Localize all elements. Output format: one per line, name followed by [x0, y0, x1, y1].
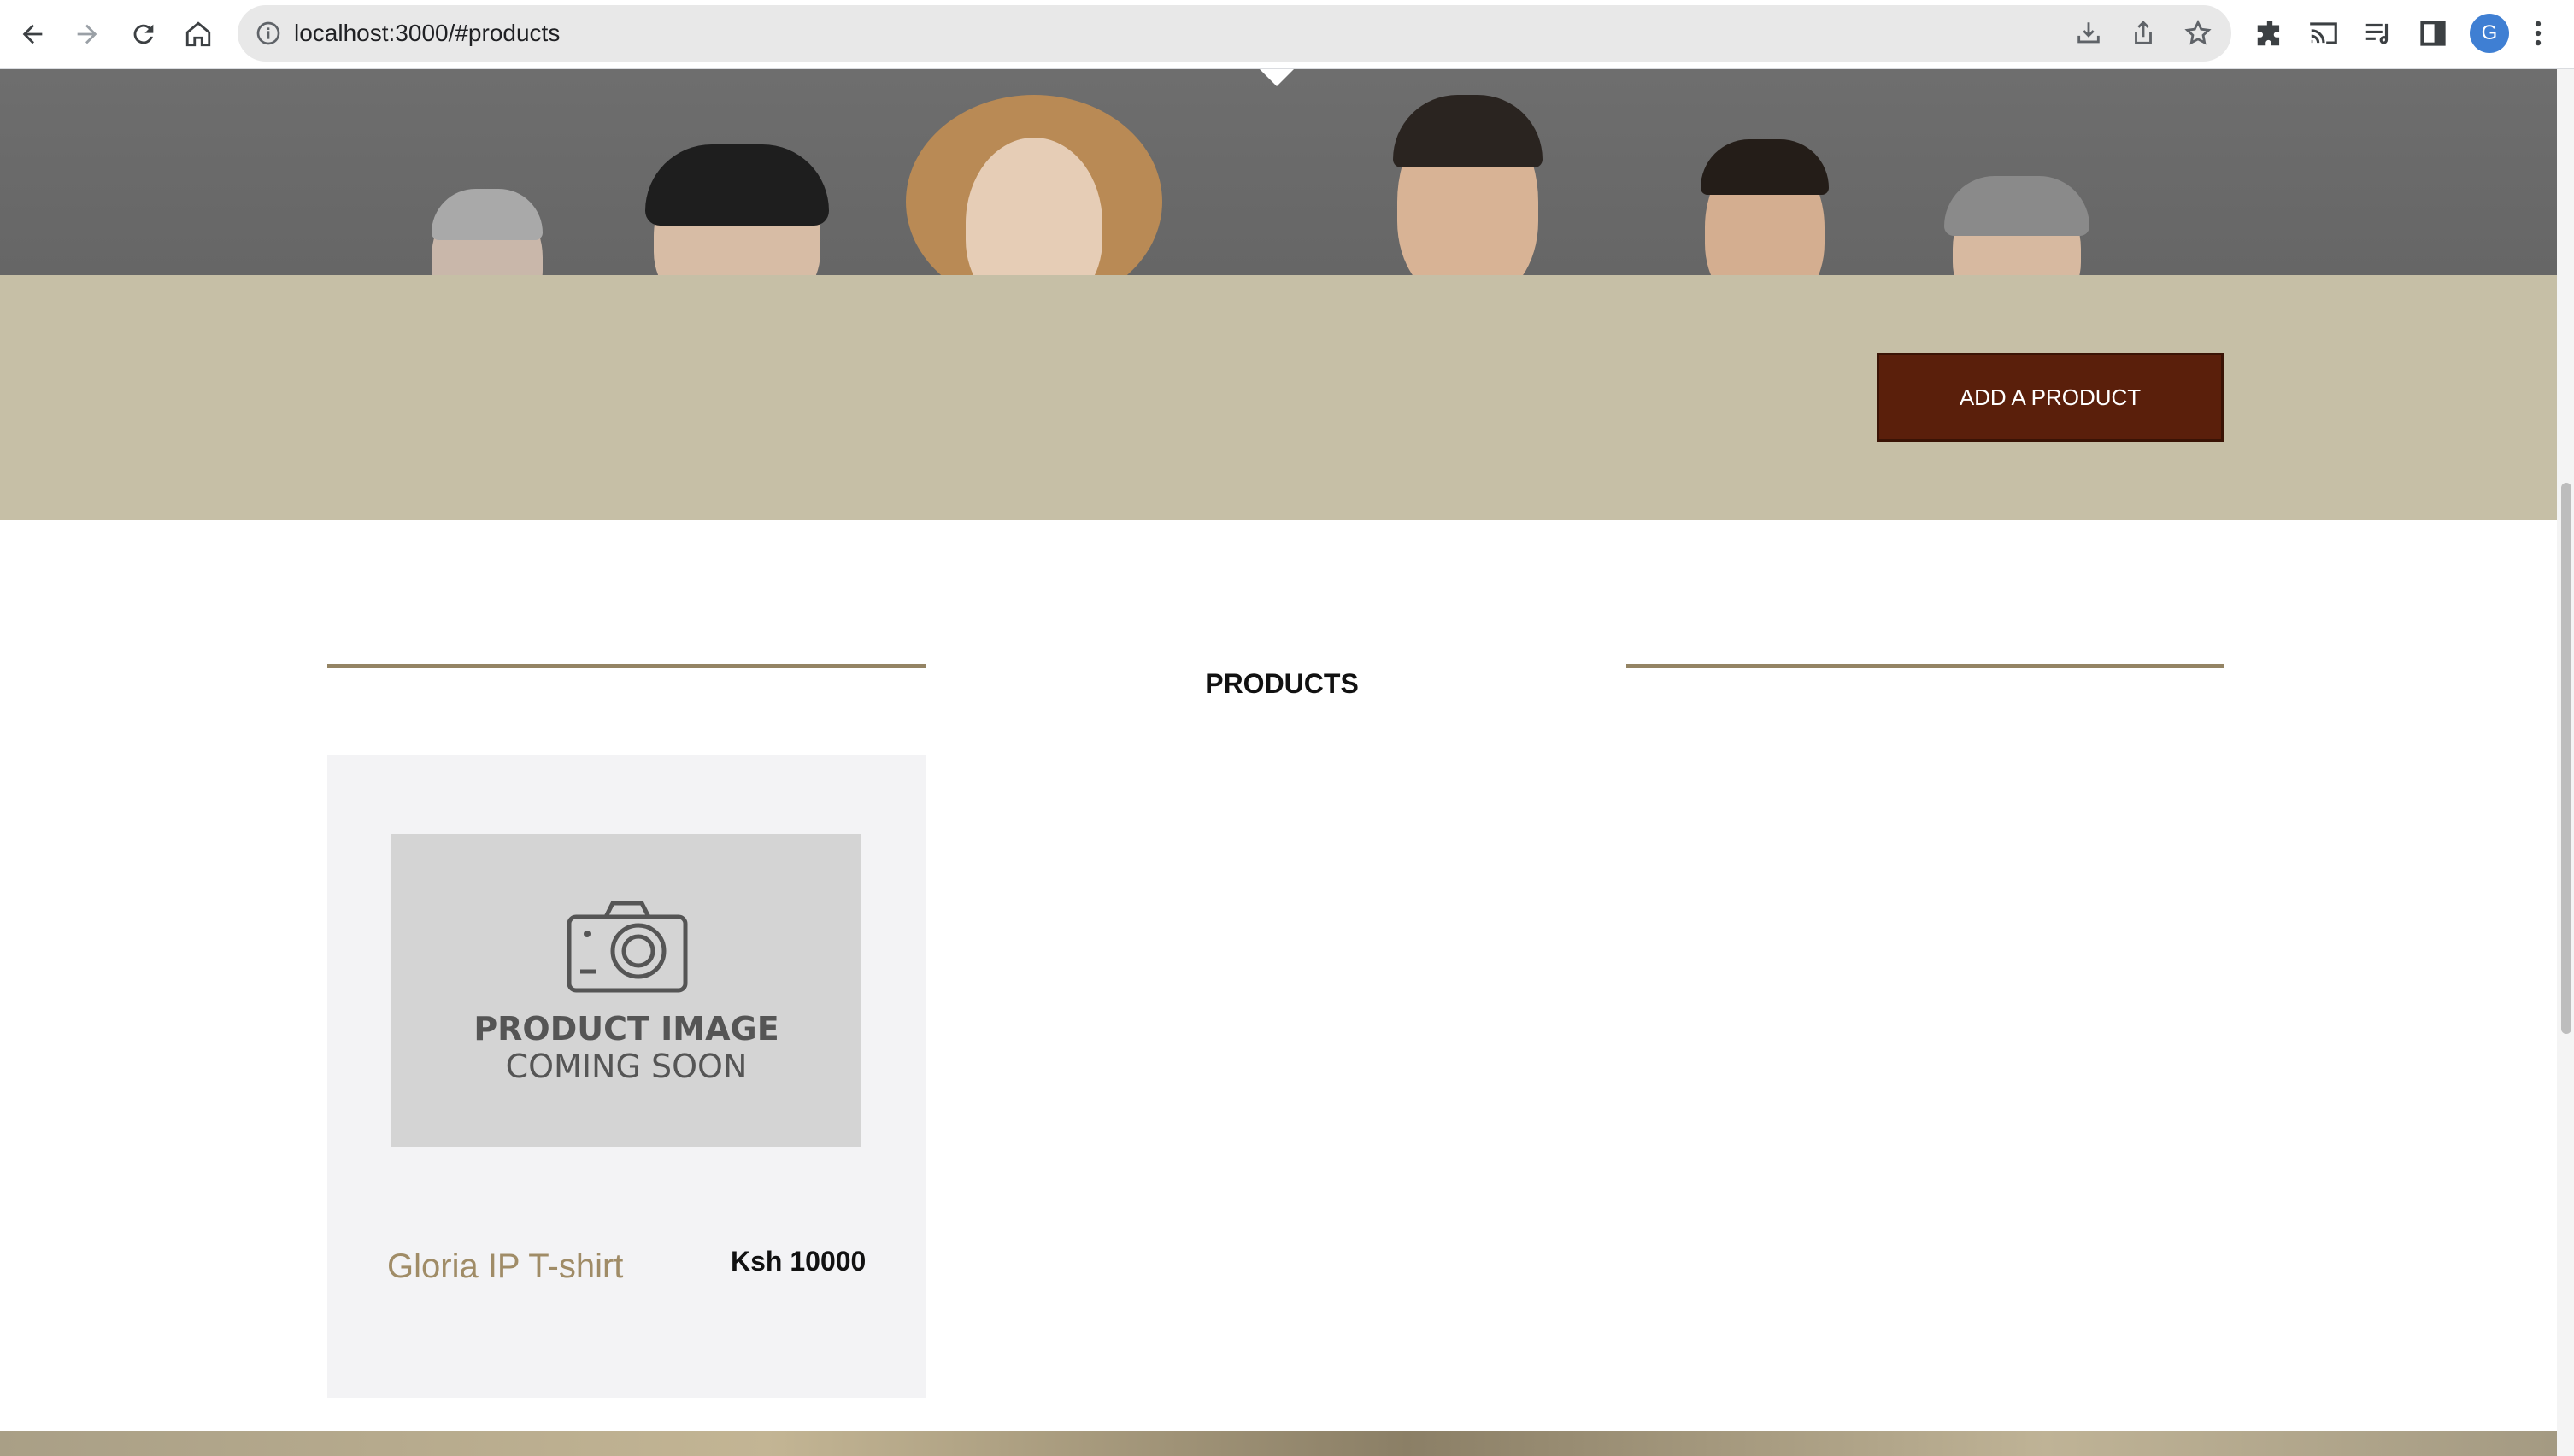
section-divider-left — [327, 664, 926, 668]
back-button[interactable] — [12, 14, 53, 55]
menu-icon[interactable] — [2525, 17, 2551, 50]
scrollbar-thumb[interactable] — [2561, 483, 2571, 1034]
reload-icon — [133, 24, 154, 44]
product-name[interactable]: Gloria IP T-shirt — [387, 1248, 623, 1286]
product-image-placeholder: PRODUCT IMAGE COMING SOON — [391, 834, 861, 1147]
add-product-button[interactable]: ADD A PRODUCT — [1877, 353, 2224, 442]
hero-banner-image — [0, 69, 2557, 275]
info-icon[interactable] — [255, 20, 282, 47]
profile-avatar[interactable]: G — [2470, 14, 2509, 53]
page-viewport: ADD A PRODUCT PRODUCTS PRODUCT IMAGE COM… — [0, 69, 2557, 1456]
footer-banner-image — [0, 1431, 2557, 1456]
extensions-icon[interactable] — [2254, 17, 2286, 50]
section-divider-right — [1626, 664, 2224, 668]
url-path: :3000/#products — [388, 20, 561, 46]
install-icon[interactable] — [2074, 19, 2103, 48]
sidepanel-icon[interactable] — [2417, 17, 2449, 50]
share-icon[interactable] — [2129, 19, 2158, 48]
url-text[interactable]: localhost:3000/#products — [294, 20, 560, 47]
product-card[interactable]: PRODUCT IMAGE COMING SOON Gloria IP T-sh… — [327, 755, 926, 1398]
placeholder-title: PRODUCT IMAGE — [473, 1010, 779, 1048]
address-bar[interactable]: localhost:3000/#products — [238, 5, 2231, 62]
product-price: Ksh 10000 — [731, 1246, 867, 1277]
forward-icon — [77, 24, 97, 44]
camera-icon — [567, 901, 688, 993]
browser-toolbar: localhost:3000/#products G — [0, 0, 2574, 69]
star-icon[interactable] — [2183, 19, 2213, 48]
reload-button[interactable] — [123, 14, 164, 55]
url-host: localhost — [294, 20, 389, 46]
cast-icon[interactable] — [2307, 17, 2340, 50]
media-icon[interactable] — [2362, 17, 2395, 50]
home-button[interactable] — [178, 14, 219, 55]
back-icon — [22, 24, 43, 44]
hero-notch — [1260, 69, 1294, 86]
home-icon — [185, 21, 211, 47]
placeholder-subtitle: COMING SOON — [505, 1048, 748, 1085]
forward-button[interactable] — [67, 14, 108, 55]
section-title: PRODUCTS — [1205, 668, 1359, 699]
